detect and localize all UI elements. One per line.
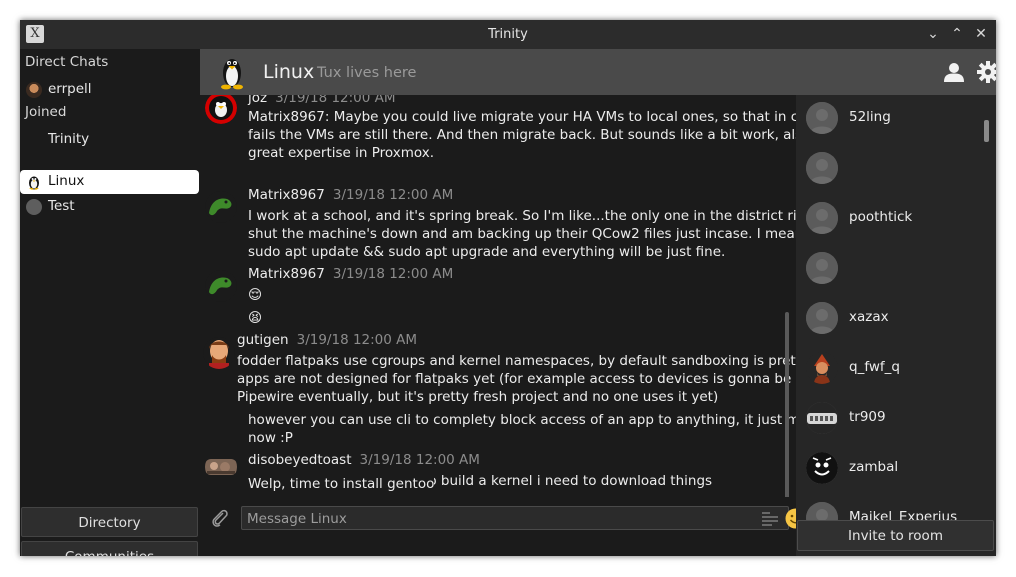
member-name: poothtick [849,209,913,225]
sender-name[interactable]: Matrix8967 [248,187,325,203]
room-topic: Tux lives here [317,65,417,81]
user-avatar [806,152,838,184]
sender-name[interactable]: disobeyedtoast [248,452,352,468]
user-avatar [806,402,838,434]
timestamp: 3/19/18 12:00 AM [332,187,454,203]
people-icon[interactable] [943,62,965,82]
sidebar-item-label: Trinity [48,131,90,147]
member-name: q_fwf_q [849,359,900,375]
message-text: now :P [248,430,293,446]
window-title: Trinity [488,27,528,42]
user-avatar [806,102,838,134]
member-name: 52ling [849,109,891,125]
message-text: sudo apt update && sudo apt upgrade and … [248,244,726,260]
sidebar-item-label: Linux [48,173,85,189]
tux-icon [28,176,40,190]
message-emoji: 😌 [248,287,263,303]
member-item[interactable]: poothtick [796,198,986,238]
message-text: Pipewire eventually, but it's pretty fre… [237,389,719,405]
tux-icon [221,59,243,90]
message-emoji: 😫 [248,310,263,326]
message-timeline[interactable]: joz 3/19/18 12:00 AM Matrix8967: Maybe yo… [200,95,796,497]
app-window: X Trinity ⌄ ⌃ ✕ Direct Chats errpell Joi… [20,20,996,556]
message-header: gutigen 3/19/18 12:00 AM [237,332,417,348]
room-name: Linux [263,61,315,83]
message-text: fails the VMs are still there. And then … [248,127,796,143]
message-header: disobeyedtoast 3/19/18 12:00 AM [248,452,480,468]
timestamp: 3/19/18 12:00 AM [275,95,396,106]
member-item[interactable]: xazax [796,298,986,338]
member-name: xazax [849,309,889,325]
user-avatar [806,452,838,484]
paperclip-icon[interactable] [211,508,229,528]
sidebar-item-trinity[interactable]: Trinity [20,128,200,152]
sidebar-item-test[interactable]: Test [20,195,200,219]
room-avatar [26,199,42,215]
message-composer: Message Linux [200,497,806,556]
member-item[interactable] [796,248,986,288]
member-item[interactable]: zambal [796,448,986,488]
joined-heading: Joined [25,104,67,120]
sidebar-item-label: errpell [48,81,92,97]
room-header: Linux Tux lives here [200,49,996,95]
sidebar-item-linux[interactable]: Linux [20,170,199,194]
message-text: Welp, time to install gentoo [248,475,435,493]
timeline-scrollbar[interactable] [785,312,789,512]
user-avatar [806,302,838,334]
member-name: tr909 [849,409,886,425]
user-avatar [205,270,237,302]
user-avatar [203,337,235,369]
format-icon[interactable] [761,511,779,527]
invite-to-room-button[interactable]: Invite to room [797,520,994,551]
message-text: shut the machine's down and am backing u… [248,226,796,242]
sender-name[interactable]: joz [248,95,267,106]
direct-chats-heading: Direct Chats [25,54,109,70]
member-list-scrollbar[interactable] [984,120,989,142]
sender-name[interactable]: gutigen [237,332,289,348]
member-item[interactable]: q_fwf_q [796,348,986,388]
sidebar-item-errpell[interactable]: errpell [20,78,200,102]
minimize-button[interactable]: ⌄ [923,24,943,44]
title-bar: X Trinity ⌄ ⌃ ✕ [20,20,996,49]
message-text: apps are not designed for flatpaks yet (… [237,371,796,387]
message-text: great expertise in Proxmox. [248,145,435,161]
directory-button[interactable]: Directory [21,507,198,537]
sidebar-item-label: Test [48,198,75,214]
user-avatar [806,252,838,284]
user-avatar [205,95,237,124]
sender-name[interactable]: Matrix8967 [248,266,325,282]
member-name: zambal [849,459,899,475]
member-item[interactable]: tr909 [796,398,986,438]
member-list: 52ling poothtick xazax q_fwf_q tr909 zam… [796,95,996,556]
room-sidebar: Direct Chats errpell Joined Trinity Linu… [20,49,200,556]
user-avatar [205,191,237,223]
gear-icon[interactable] [977,61,996,83]
timestamp: 3/19/18 12:00 AM [332,266,454,282]
close-button[interactable]: ✕ [971,24,991,44]
member-item[interactable] [796,148,986,188]
message-header: Matrix8967 3/19/18 12:00 AM [248,187,453,203]
message-text: however you can use cli to complety bloc… [248,412,796,428]
user-avatar [806,202,838,234]
user-avatar [806,352,838,384]
message-header: Matrix8967 3/19/18 12:00 AM [248,266,453,282]
message-header: joz 3/19/18 12:00 AM [248,95,396,106]
user-avatar [205,459,237,475]
message-text: I work at a school, and it's spring brea… [248,208,796,224]
message-text: fodder flatpaks use cgroups and kernel n… [237,353,796,369]
user-avatar [26,82,42,98]
message-text: Matrix8967: Maybe you could live migrate… [248,109,796,125]
timestamp: 3/19/18 12:00 AM [359,452,480,468]
member-item[interactable]: 52ling [796,98,986,138]
communities-button[interactable]: Communities [21,541,198,556]
message-input[interactable]: Message Linux [241,506,789,530]
timestamp: 3/19/18 12:00 AM [296,332,418,348]
maximize-button[interactable]: ⌃ [947,24,967,44]
